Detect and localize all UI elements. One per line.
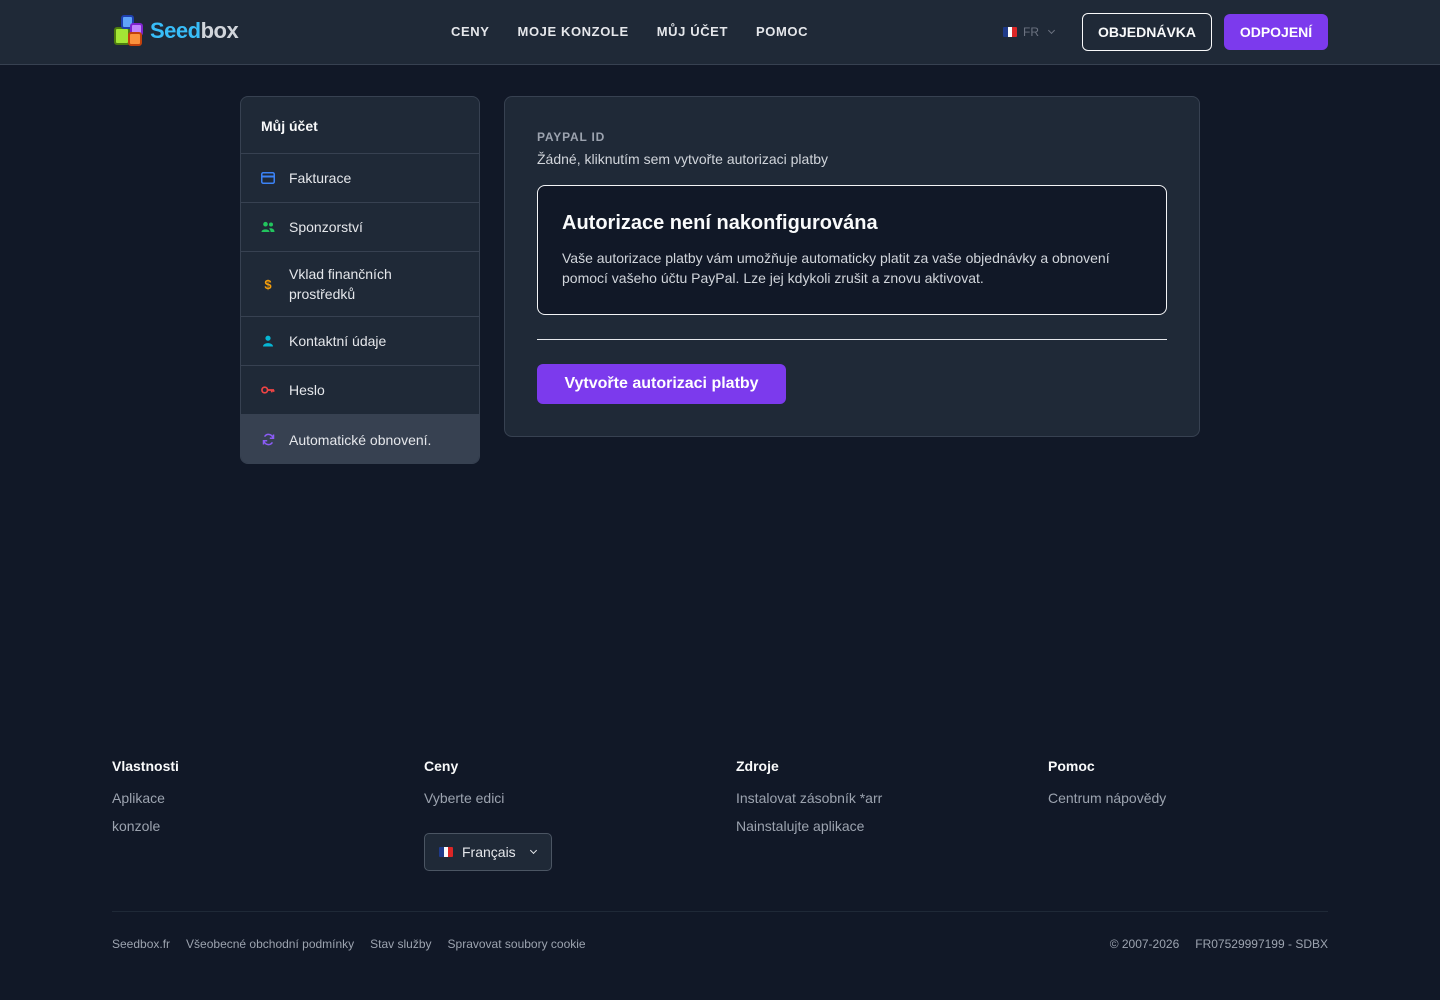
dollar-icon: $	[264, 276, 272, 292]
notice-title: Autorizace není nakonfigurována	[562, 212, 878, 234]
nav-my-consoles[interactable]: MOJE KONZOLE	[518, 24, 629, 39]
copyright: © 2007-2026	[1109, 937, 1180, 951]
footer-link-install-arr[interactable]: Instalovat zásobník *arr	[736, 784, 882, 812]
sidebar-item-label: Fakturace	[289, 170, 352, 186]
create-authorization-button[interactable]: Vytvořte autorizaci platby	[537, 364, 786, 404]
sidebar-item-auto-renewal[interactable]: Automatické obnovení.	[241, 415, 479, 463]
sidebar-title: Můj účet	[241, 97, 479, 154]
person-icon	[261, 334, 275, 348]
sidebar-item-password[interactable]: Heslo	[241, 366, 479, 415]
divider	[537, 339, 1167, 340]
people-icon	[261, 220, 275, 234]
language-select-value: Français	[462, 844, 516, 860]
footer-link-cookies[interactable]: Spravovat soubory cookie	[448, 937, 586, 951]
chevron-down-icon	[1047, 26, 1056, 35]
footer-link-consoles[interactable]: konzole	[112, 812, 179, 840]
french-flag-icon	[1003, 27, 1017, 37]
seedbox-logo[interactable]: Seedbox	[114, 15, 239, 47]
chevron-down-icon	[529, 846, 537, 855]
footer-column-resources: Zdroje Instalovat zásobník *arr Nainstal…	[736, 758, 882, 840]
footer-link-seedbox[interactable]: Seedbox.fr	[112, 937, 170, 951]
nav-pricing[interactable]: CENY	[451, 24, 490, 39]
footer-link-help-center[interactable]: Centrum nápovědy	[1048, 784, 1166, 812]
sidebar-item-label: Sponzorství	[289, 219, 363, 235]
notice-text: Vaše autorizace platby vám umožňuje auto…	[562, 250, 1110, 286]
sidebar-item-label: Automatické obnovení.	[289, 431, 432, 448]
footer-link-status[interactable]: Stav služby	[370, 937, 431, 951]
sidebar-item-contact[interactable]: Kontaktní údaje	[241, 317, 479, 366]
paypal-id-value[interactable]: Žádné, kliknutím sem vytvořte autorizaci…	[537, 151, 828, 167]
refresh-icon	[261, 433, 275, 447]
order-button[interactable]: OBJEDNÁVKA	[1082, 13, 1212, 51]
auto-renewal-card: PAYPAL ID Žádné, kliknutím sem vytvořte …	[504, 96, 1200, 437]
logo-cubes-icon	[114, 15, 148, 47]
language-switcher[interactable]: FR	[1003, 25, 1056, 39]
footer-bottom-links: Seedbox.fr Všeobecné obchodní podmínky S…	[112, 937, 586, 951]
footer-language-select[interactable]: Français	[424, 833, 552, 871]
footer-legal: © 2007-2026 FR07529997199 - SDBX	[1110, 937, 1328, 951]
footer-link-choose-edition[interactable]: Vyberte edici	[424, 784, 504, 812]
key-icon	[261, 383, 275, 397]
footer-column-pricing: Ceny Vyberte edici	[424, 758, 504, 812]
language-code: FR	[1023, 25, 1039, 39]
main-nav: CENY MOJE KONZOLE MŮJ ÚČET POMOC	[451, 24, 808, 39]
sidebar-item-deposit[interactable]: $ Vklad finančních prostředků	[241, 252, 479, 317]
french-flag-icon	[439, 847, 453, 857]
footer-link-terms[interactable]: Všeobecné obchodní podmínky	[186, 937, 354, 951]
logout-button[interactable]: ODPOJENÍ	[1224, 14, 1328, 50]
footer-column-title: Ceny	[424, 758, 459, 774]
logo-wordmark: Seedbox	[150, 18, 239, 43]
sidebar-item-label: Kontaktní údaje	[289, 333, 387, 349]
sidebar-item-sponsorship[interactable]: Sponzorství	[241, 203, 479, 252]
nav-help[interactable]: POMOC	[756, 24, 808, 39]
footer-column-help: Pomoc Centrum nápovědy	[1048, 758, 1166, 812]
authorization-notice: Autorizace není nakonfigurována Vaše aut…	[537, 185, 1167, 315]
sidebar-item-label: Heslo	[289, 382, 325, 398]
footer-divider	[112, 911, 1328, 912]
footer-column-title: Vlastnosti	[112, 758, 179, 774]
top-header: Seedbox CENY MOJE KONZOLE MŮJ ÚČET POMOC…	[0, 0, 1440, 65]
footer-link-apps[interactable]: Aplikace	[112, 784, 179, 812]
paypal-id-label: PAYPAL ID	[537, 130, 606, 144]
footer-column-features: Vlastnosti Aplikace konzole	[112, 758, 179, 840]
footer-link-install-apps[interactable]: Nainstalujte aplikace	[736, 812, 882, 840]
footer-column-title: Pomoc	[1048, 758, 1095, 774]
sidebar-item-billing[interactable]: Fakturace	[241, 154, 479, 203]
credit-card-icon	[261, 171, 275, 185]
sidebar-item-label: Vklad finančních prostředků	[289, 266, 392, 302]
company-id: FR07529997199 - SDBX	[1195, 937, 1328, 951]
footer-column-title: Zdroje	[736, 758, 779, 774]
nav-my-account[interactable]: MŮJ ÚČET	[657, 24, 728, 39]
account-sidebar: Můj účet Fakturace Sponzorství $ Vklad f…	[240, 96, 480, 464]
